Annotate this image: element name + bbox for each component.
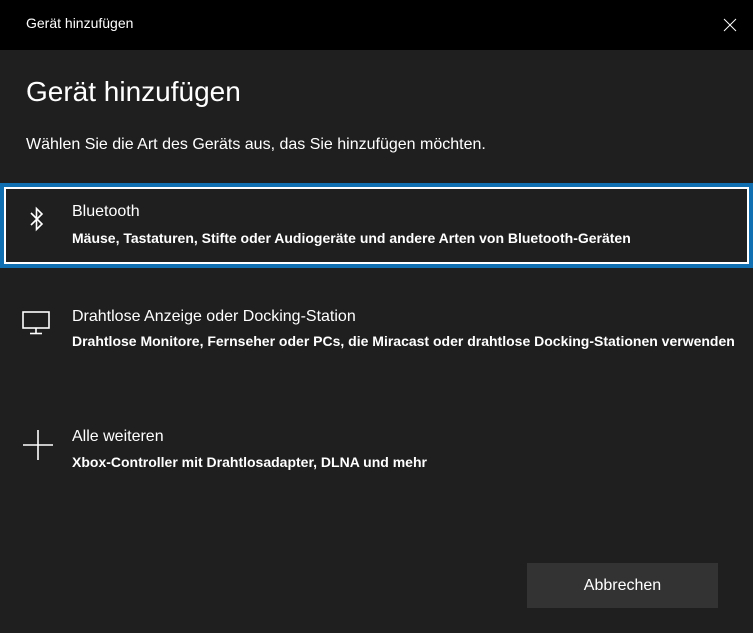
option-wireless-display[interactable]: Drahtlose Anzeige oder Docking-Station D… — [0, 296, 753, 384]
option-title: Drahtlose Anzeige oder Docking-Station — [72, 308, 356, 325]
page-title: Gerät hinzufügen — [26, 76, 241, 107]
monitor-icon — [22, 311, 50, 335]
option-title: Alle weiteren — [72, 428, 164, 445]
close-icon — [723, 18, 737, 32]
title-bar: Gerät hinzufügen — [0, 0, 753, 50]
option-title: Bluetooth — [72, 203, 140, 220]
plus-icon — [23, 430, 53, 460]
add-device-dialog: Gerät hinzufügen Gerät hinzufügen Wählen… — [0, 0, 753, 633]
option-description: Mäuse, Tastaturen, Stifte oder Audiogerä… — [72, 230, 631, 246]
window-title: Gerät hinzufügen — [26, 15, 134, 31]
page-subtitle: Wählen Sie die Art des Geräts aus, das S… — [26, 136, 486, 153]
close-button[interactable] — [707, 0, 753, 50]
bluetooth-icon — [30, 206, 44, 232]
option-description: Drahtlose Monitore, Fernseher oder PCs, … — [72, 333, 735, 349]
option-bluetooth[interactable]: Bluetooth Mäuse, Tastaturen, Stifte oder… — [0, 183, 753, 268]
option-description: Xbox-Controller mit Drahtlosadapter, DLN… — [72, 454, 427, 470]
cancel-button[interactable]: Abbrechen — [527, 563, 718, 608]
option-everything-else[interactable]: Alle weiteren Xbox-Controller mit Drahtl… — [0, 416, 753, 486]
